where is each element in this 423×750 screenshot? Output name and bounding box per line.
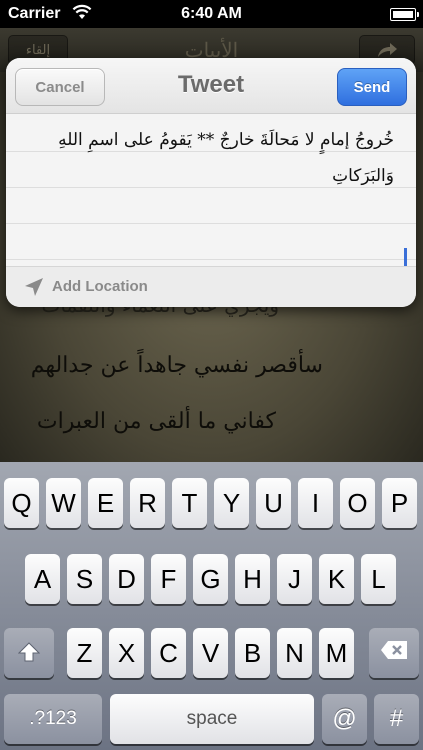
key-y[interactable]: Y [214, 478, 249, 528]
tweet-text-area[interactable]: خُروجُ إمامٍ لا مَحالَةَ خارجٌ ** يَقومُ… [6, 114, 416, 278]
tweet-text[interactable]: خُروجُ إمامٍ لا مَحالَةَ خارجٌ ** يَقومُ… [24, 122, 394, 194]
key-w[interactable]: W [46, 478, 81, 528]
tweet-sheet-header: Cancel Tweet Send [6, 58, 416, 114]
key-c[interactable]: C [151, 628, 186, 678]
delete-icon [380, 640, 408, 666]
key-a[interactable]: A [25, 554, 60, 604]
key-b[interactable]: B [235, 628, 270, 678]
at-key[interactable]: @ [322, 694, 367, 744]
numbers-key[interactable]: .?123 [4, 694, 102, 744]
location-arrow-icon [24, 277, 44, 302]
tweet-sheet: Cancel Tweet Send خُروجُ إمامٍ لا مَحالَ… [6, 58, 416, 307]
shift-icon [17, 638, 41, 669]
key-n[interactable]: N [277, 628, 312, 678]
key-z[interactable]: Z [67, 628, 102, 678]
hash-key[interactable]: # [374, 694, 419, 744]
key-o[interactable]: O [340, 478, 375, 528]
key-p[interactable]: P [382, 478, 417, 528]
keyboard: Q W E R T Y U I O P A S D F G H J K L Z … [0, 462, 423, 750]
poem-line: سأقصر نفسي جاهداً عن جدالهم [30, 353, 323, 378]
shift-key[interactable] [4, 628, 54, 678]
key-v[interactable]: V [193, 628, 228, 678]
tweet-text-line: خُروجُ إمامٍ لا مَحالَةَ خارجٌ ** يَقومُ… [58, 130, 394, 150]
tweet-text-line: وَالبَرَكاتِ [332, 166, 394, 186]
key-m[interactable]: M [319, 628, 354, 678]
key-l[interactable]: L [361, 554, 396, 604]
send-button[interactable]: Send [337, 68, 407, 106]
key-e[interactable]: E [88, 478, 123, 528]
delete-key[interactable] [369, 628, 419, 678]
key-i[interactable]: I [298, 478, 333, 528]
add-location-bar[interactable]: Add Location [6, 266, 416, 307]
key-d[interactable]: D [109, 554, 144, 604]
battery-icon [390, 8, 419, 21]
space-key[interactable]: space [110, 694, 314, 744]
poem-line: كفاني ما ألقى من العبرات [36, 409, 276, 434]
status-bar: Carrier 6:40 AM [0, 0, 423, 28]
key-u[interactable]: U [256, 478, 291, 528]
key-g[interactable]: G [193, 554, 228, 604]
add-location-button[interactable]: Add Location [52, 278, 148, 295]
key-k[interactable]: K [319, 554, 354, 604]
clock: 6:40 AM [181, 5, 242, 22]
key-x[interactable]: X [109, 628, 144, 678]
key-f[interactable]: F [151, 554, 186, 604]
key-s[interactable]: S [67, 554, 102, 604]
key-j[interactable]: J [277, 554, 312, 604]
key-h[interactable]: H [235, 554, 270, 604]
key-r[interactable]: R [130, 478, 165, 528]
key-q[interactable]: Q [4, 478, 39, 528]
key-t[interactable]: T [172, 478, 207, 528]
